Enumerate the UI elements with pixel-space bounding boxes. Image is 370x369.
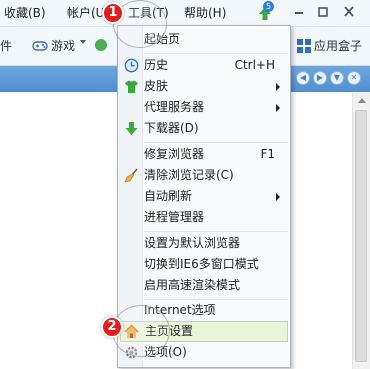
clock-icon <box>124 58 139 73</box>
menu-item-auto-refresh[interactable]: 自动刷新 <box>120 186 288 207</box>
tshirt-icon <box>125 80 138 93</box>
menu-item-shortcut: Ctrl+H <box>234 58 275 72</box>
tab-close-icon[interactable]: ✕ <box>347 71 361 85</box>
globe-icon <box>95 39 107 51</box>
toolbar-item-software[interactable]: 件 <box>0 38 12 54</box>
scroll-thumb[interactable] <box>355 110 367 362</box>
close-icon[interactable] <box>340 4 358 20</box>
menu-item-proxy[interactable]: 代理服务器 <box>120 97 288 118</box>
tab-list-icon[interactable]: ▼ <box>330 71 344 85</box>
menu-separator <box>144 53 288 54</box>
step-marker-1: 1 <box>102 2 124 24</box>
restore-icon[interactable] <box>314 4 332 20</box>
menu-item-label: 切换到IE6多窗口模式 <box>144 257 259 271</box>
menu-item-label: 设置为默认浏览器 <box>144 236 241 250</box>
menu-help[interactable]: 帮助(H) <box>184 5 226 21</box>
broom-icon <box>124 168 138 183</box>
toolbar-item-app-box[interactable]: 应用盒子 <box>314 38 362 54</box>
gamepad-icon <box>32 41 48 51</box>
tab-scroll-right-icon[interactable]: ▶ <box>313 71 327 85</box>
toolbar-item-games[interactable]: 游戏 <box>51 38 75 54</box>
menu-item-label: 启用高速渲染模式 <box>144 278 241 292</box>
menu-item-label: 进程管理器 <box>144 210 205 224</box>
scroll-up-icon[interactable] <box>358 98 366 103</box>
menu-separator <box>144 231 288 232</box>
menu-bar: 收藏(B) 帐户(U) 工具(T) 帮助(H) 5 <box>0 0 370 27</box>
download-arrow-icon <box>125 122 138 135</box>
menu-item-process-manager[interactable]: 进程管理器 <box>120 207 288 228</box>
menu-item-fast-render[interactable]: 启用高速渲染模式 <box>120 275 288 296</box>
menu-item-shortcut: F1 <box>260 147 275 161</box>
submenu-arrow-icon <box>276 193 280 201</box>
menu-item-label: 历史 <box>144 58 169 72</box>
menu-favorites[interactable]: 收藏(B) <box>4 5 46 21</box>
menu-item-history[interactable]: 历史 Ctrl+H <box>120 55 288 76</box>
minimize-icon[interactable] <box>290 4 308 20</box>
menu-item-repair-browser[interactable]: 修复浏览器 F1 <box>120 144 288 165</box>
menu-item-label: 下载器(D) <box>144 121 199 135</box>
menu-separator <box>144 142 288 143</box>
tab-scroll-left-icon[interactable]: ◀ <box>296 71 310 85</box>
menu-item-label: 修复浏览器 <box>144 147 205 161</box>
menu-item-label: 皮肤 <box>144 79 169 93</box>
menu-item-downloader[interactable]: 下载器(D) <box>120 118 288 139</box>
app-box-icon <box>297 39 311 53</box>
submenu-arrow-icon <box>276 104 280 112</box>
menu-item-set-default-browser[interactable]: 设置为默认浏览器 <box>120 233 288 254</box>
menu-item-ie6-mode[interactable]: 切换到IE6多窗口模式 <box>120 254 288 275</box>
menu-item-label: 代理服务器 <box>144 100 205 114</box>
submenu-arrow-icon <box>276 83 280 91</box>
update-count-badge: 5 <box>263 1 274 12</box>
menu-item-label: 清除浏览记录(C) <box>144 168 234 182</box>
step-marker-2: 2 <box>101 316 123 338</box>
menu-item-label: 自动刷新 <box>144 189 193 203</box>
menu-item-skin[interactable]: 皮肤 <box>120 76 288 97</box>
menu-item-clear-history[interactable]: 清除浏览记录(C) <box>120 165 288 186</box>
chevron-down-icon[interactable] <box>80 40 86 44</box>
